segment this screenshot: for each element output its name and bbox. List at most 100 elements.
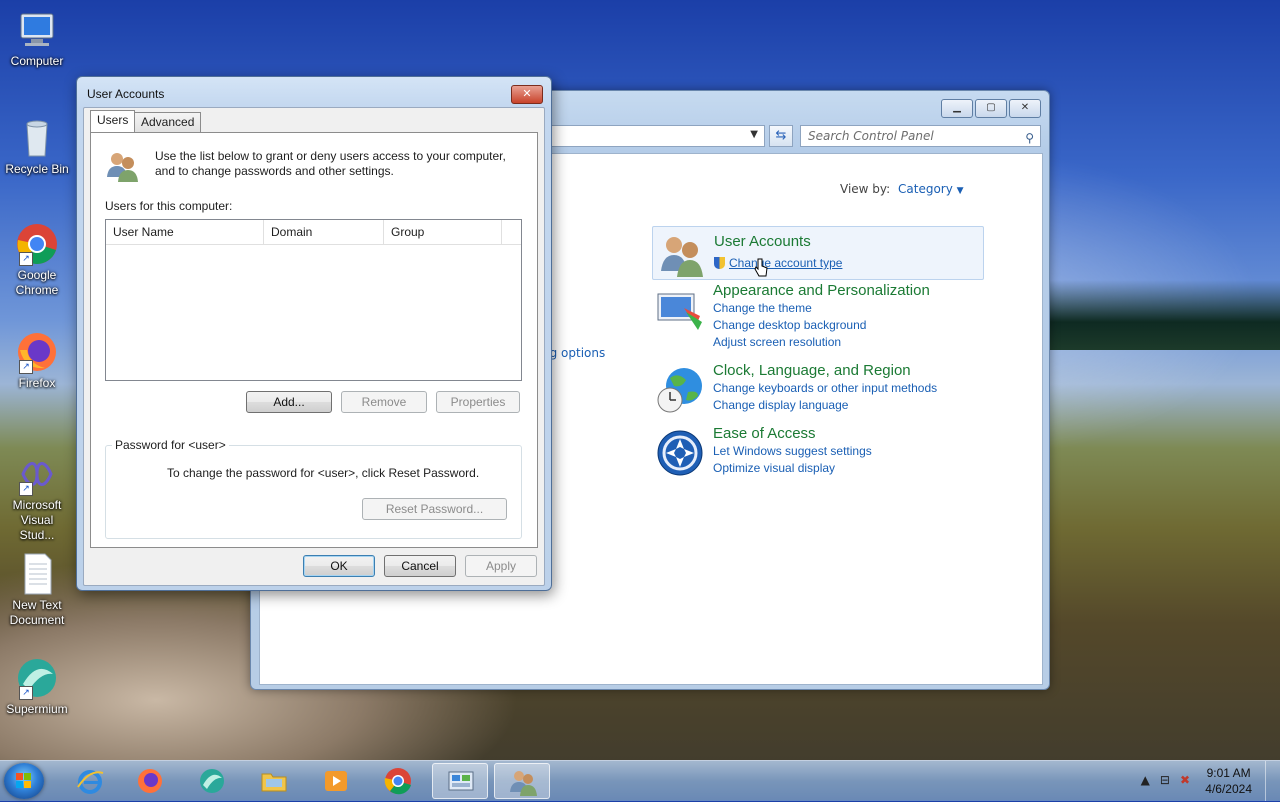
change-account-type-link[interactable]: Change account type [714, 256, 842, 270]
chrome-icon [384, 767, 412, 795]
uac-shield-icon [714, 257, 725, 269]
column-domain[interactable]: Domain [264, 220, 384, 244]
taskbar-chrome[interactable] [370, 763, 426, 799]
firefox-icon [136, 767, 164, 795]
taskbar-supermium[interactable] [184, 763, 240, 799]
taskbar-control-panel[interactable] [432, 763, 488, 799]
tab-advanced[interactable]: Advanced [134, 112, 202, 132]
globe-clock-icon [656, 366, 704, 414]
dialog-body: Users Advanced Use the list below to gra… [83, 107, 545, 586]
supermium-icon [198, 767, 226, 795]
refresh-button[interactable]: ⇆ [769, 125, 793, 147]
internet-explorer-icon [76, 767, 104, 795]
adjust-screen-resolution-link[interactable]: Adjust screen resolution [713, 335, 841, 349]
reset-password-button[interactable]: Reset Password... [362, 498, 507, 520]
cancel-button[interactable]: Cancel [384, 555, 456, 577]
firefox-icon: ↗ [15, 330, 59, 374]
tab-users[interactable]: Users [90, 110, 136, 132]
dialog-close-button[interactable]: ✕ [511, 85, 543, 104]
users-list[interactable]: User Name Domain Group [105, 219, 522, 381]
clock-time: 9:01 AM [1206, 766, 1251, 780]
desktop-icon-computer[interactable]: Computer [4, 8, 70, 69]
intro-text: Use the list below to grant or deny user… [155, 149, 506, 178]
show-desktop-button[interactable] [1265, 761, 1280, 801]
desktop-icon-label: Firefox [18, 376, 56, 390]
recycle-bin-icon [15, 116, 59, 160]
computer-icon [15, 8, 59, 52]
control-panel-icon [447, 768, 475, 796]
category-title[interactable]: User Accounts [714, 233, 811, 250]
taskbar-internet-explorer[interactable] [62, 763, 118, 799]
show-hidden-icons-icon[interactable]: ▲ [1141, 773, 1150, 787]
desktop-icon-label: New Text Document [9, 598, 65, 627]
wallpaper-trees [1040, 280, 1280, 350]
desktop-icon-label: Recycle Bin [5, 162, 69, 176]
close-button[interactable]: ✕ [1009, 99, 1041, 118]
desktop-icon-label: Microsoft Visual Stud... [12, 498, 62, 542]
media-player-icon [322, 767, 350, 795]
user-accounts-icon [509, 768, 537, 796]
search-input[interactable]: Search Control Panel ⚲ [800, 125, 1041, 147]
shortcut-arrow-icon: ↗ [19, 686, 33, 700]
add-button[interactable]: Add... [246, 391, 332, 413]
shortcut-arrow-icon: ↗ [19, 252, 33, 266]
dialog-title: User Accounts [87, 87, 165, 101]
volume-muted-icon[interactable]: ✖ [1180, 773, 1190, 787]
change-desktop-background-link[interactable]: Change desktop background [713, 318, 866, 332]
taskbar-firefox[interactable] [122, 763, 178, 799]
taskbar-file-explorer[interactable] [246, 763, 302, 799]
change-theme-link[interactable]: Change the theme [713, 301, 812, 315]
start-button[interactable] [4, 763, 44, 799]
taskbar-media-player[interactable] [308, 763, 364, 799]
appearance-icon [656, 286, 704, 334]
category-ease-of-access: Ease of Access Let Windows suggest setti… [652, 425, 982, 477]
desktop-icon-label: Computer [10, 54, 64, 68]
chevron-down-icon: ▼ [956, 186, 964, 196]
network-icon[interactable]: ⊟ [1160, 773, 1170, 787]
category-user-accounts[interactable]: User Accounts Change account type [652, 226, 984, 280]
search-icon[interactable]: ⚲ [1025, 128, 1034, 148]
column-user-name[interactable]: User Name [106, 220, 264, 244]
text-document-icon [15, 552, 59, 596]
category-title[interactable]: Appearance and Personalization [713, 282, 930, 299]
desktop-icon-label: Google Chrome [15, 268, 59, 297]
folder-icon [260, 767, 288, 795]
properties-button[interactable]: Properties [436, 391, 520, 413]
password-instructions: To change the password for <user>, click… [167, 466, 480, 480]
clock[interactable]: 9:01 AM 4/6/2024 [1205, 765, 1252, 797]
view-by-dropdown[interactable]: Category ▼ [898, 182, 964, 196]
let-windows-suggest-settings-link[interactable]: Let Windows suggest settings [713, 444, 872, 458]
ok-button[interactable]: OK [303, 555, 375, 577]
chrome-icon: ↗ [15, 222, 59, 266]
window-controls: ▁ ▢ ✕ [941, 99, 1041, 118]
desktop-icon-new-text-document[interactable]: New Text Document [4, 552, 70, 628]
chevron-down-icon[interactable]: ▼ [750, 129, 758, 140]
taskbar-user-accounts[interactable] [494, 763, 550, 799]
category-clock-language-region: Clock, Language, and Region Change keybo… [652, 362, 982, 414]
desktop-icon-supermium[interactable]: ↗ Supermium [4, 656, 70, 717]
desktop-icon-label: Supermium [6, 702, 68, 716]
remove-button[interactable]: Remove [341, 391, 427, 413]
desktop-icon-google-chrome[interactable]: ↗ Google Chrome [4, 222, 70, 298]
change-display-language-link[interactable]: Change display language [713, 398, 848, 412]
desktop-icon-firefox[interactable]: ↗ Firefox [4, 330, 70, 391]
supermium-icon: ↗ [15, 656, 59, 700]
change-keyboards-link[interactable]: Change keyboards or other input methods [713, 381, 937, 395]
user-accounts-dialog[interactable]: User Accounts ✕ Users Advanced Use the l… [76, 76, 552, 591]
apply-button[interactable]: Apply [465, 555, 537, 577]
category-title[interactable]: Ease of Access [713, 425, 816, 442]
optimize-visual-display-link[interactable]: Optimize visual display [713, 461, 835, 475]
password-group: Password for <user> To change the passwo… [105, 438, 522, 539]
list-header: User Name Domain Group [106, 220, 521, 245]
system-tray: ▲ ⊟ ✖ [1141, 773, 1190, 787]
ease-of-access-icon [656, 429, 704, 477]
password-group-title: Password for <user> [112, 438, 229, 452]
desktop-icon-visual-studio[interactable]: ↗ Microsoft Visual Stud... [4, 452, 70, 543]
column-group[interactable]: Group [384, 220, 502, 244]
users-icon [105, 149, 139, 183]
desktop-icon-recycle-bin[interactable]: Recycle Bin [4, 116, 70, 177]
hand-cursor-icon [754, 258, 768, 278]
category-title[interactable]: Clock, Language, and Region [713, 362, 911, 379]
minimize-button[interactable]: ▁ [941, 99, 973, 118]
maximize-button[interactable]: ▢ [975, 99, 1007, 118]
